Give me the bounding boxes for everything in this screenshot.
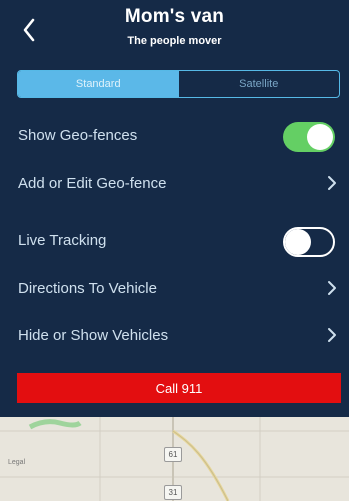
show-geofences-toggle[interactable] — [283, 122, 335, 152]
map-legal-link[interactable]: Legal — [8, 459, 25, 466]
chevron-right-icon — [328, 281, 336, 295]
call-911-button[interactable]: Call 911 — [17, 373, 341, 403]
map-type-segmented-control: Standard Satellite — [17, 70, 340, 98]
setting-row-edit-geofence[interactable]: Add or Edit Geo-fence — [0, 161, 349, 205]
setting-label: Show Geo-fences — [18, 126, 138, 144]
road-shield: 61 — [164, 447, 182, 462]
setting-label: Directions To Vehicle — [18, 279, 157, 297]
setting-row-directions[interactable]: Directions To Vehicle — [0, 266, 349, 310]
setting-row-hide-show-vehicles[interactable]: Hide or Show Vehicles — [0, 313, 349, 357]
road-shield: 31 — [164, 485, 182, 500]
page-subtitle: The people mover — [127, 35, 222, 47]
toggle-knob — [307, 124, 333, 150]
setting-row-show-geofences[interactable]: Show Geo-fences — [0, 113, 349, 157]
setting-row-live-tracking[interactable]: Live Tracking — [0, 218, 349, 262]
chevron-right-icon — [328, 176, 336, 190]
chevron-right-icon — [328, 328, 336, 342]
segment-standard[interactable]: Standard — [18, 71, 179, 97]
setting-label: Add or Edit Geo-fence — [18, 174, 167, 192]
segment-satellite[interactable]: Satellite — [179, 71, 340, 97]
page-title: Mom's van — [124, 6, 225, 27]
live-tracking-toggle[interactable] — [283, 227, 335, 257]
setting-label: Live Tracking — [18, 231, 107, 249]
map-view[interactable]: 61 31 — [0, 417, 349, 501]
header: Mom's van The people mover — [0, 0, 349, 64]
toggle-knob — [285, 229, 311, 255]
setting-label: Hide or Show Vehicles — [18, 326, 169, 344]
